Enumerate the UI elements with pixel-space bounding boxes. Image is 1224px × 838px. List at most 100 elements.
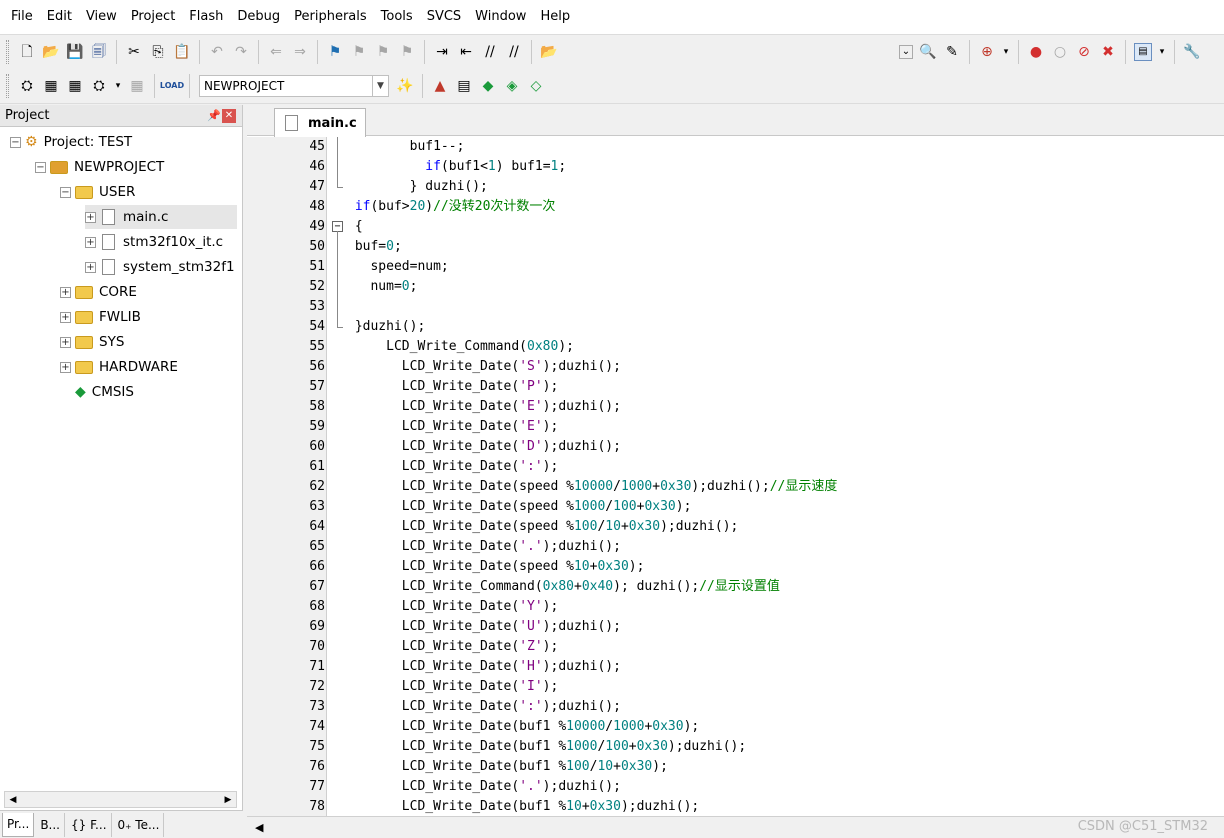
code-line[interactable]: 54 }duzhi();	[247, 317, 1224, 337]
expand-icon[interactable]: +	[60, 361, 71, 373]
tab-books[interactable]: B...	[36, 812, 65, 837]
menu-debug[interactable]: Debug	[230, 0, 287, 34]
enable-breakpoint-icon[interactable]: ○	[1051, 43, 1069, 61]
incremental-find-icon[interactable]: ✎	[943, 43, 961, 61]
menu-view[interactable]: View	[79, 0, 124, 34]
unindent-icon[interactable]: ⇤	[457, 43, 475, 61]
code-line[interactable]: 72 LCD_Write_Date('I');	[247, 677, 1224, 697]
code-line[interactable]: 45 buf1--;	[247, 137, 1224, 157]
code-line[interactable]: 78 LCD_Write_Date(buf1 %10+0x30);duzhi()…	[247, 797, 1224, 816]
build-icon[interactable]: ▦	[42, 77, 60, 95]
tree-item-system-stm32f1[interactable]: + system_stm32f1	[85, 255, 235, 279]
menu-project[interactable]: Project	[124, 0, 182, 34]
clear-bookmarks-icon[interactable]: ⚑	[398, 43, 416, 61]
scroll-left-icon[interactable]: ◀	[5, 795, 21, 805]
prev-bookmark-icon[interactable]: ⚑	[350, 43, 368, 61]
fold-collapse-icon[interactable]: −	[331, 217, 343, 237]
comment-icon[interactable]: //	[481, 43, 499, 61]
code-line[interactable]: 53	[247, 297, 1224, 317]
layout-dropdown-icon[interactable]: ▾	[1158, 43, 1166, 61]
save-icon[interactable]: 💾	[66, 43, 84, 61]
bookmark-icon[interactable]: ⚑	[326, 43, 344, 61]
code-line[interactable]: 62 LCD_Write_Date(speed %10000/1000+0x30…	[247, 477, 1224, 497]
scroll-right-icon[interactable]: ▶	[220, 795, 236, 805]
menu-window[interactable]: Window	[468, 0, 533, 34]
expand-icon[interactable]: +	[60, 286, 71, 298]
collapse-icon[interactable]: −	[60, 186, 71, 198]
code-line[interactable]: 63 LCD_Write_Date(speed %1000/100+0x30);	[247, 497, 1224, 517]
expand-icon[interactable]: +	[60, 336, 71, 348]
tab-main-c[interactable]: main.c	[274, 108, 366, 137]
tree-item-fwlib[interactable]: + FWLIB	[60, 305, 141, 329]
code-line[interactable]: 71 LCD_Write_Date('H');duzhi();	[247, 657, 1224, 677]
code-line[interactable]: 58 LCD_Write_Date('E');duzhi();	[247, 397, 1224, 417]
translate-icon[interactable]: ⛭	[18, 77, 36, 95]
code-line[interactable]: 69 LCD_Write_Date('U');duzhi();	[247, 617, 1224, 637]
toolbar-grip[interactable]	[6, 74, 9, 98]
code-line[interactable]: 60 LCD_Write_Date('D');duzhi();	[247, 437, 1224, 457]
code-line[interactable]: 73 LCD_Write_Date(':');duzhi();	[247, 697, 1224, 717]
select-software-packs-icon[interactable]: ◈	[503, 77, 521, 95]
tab-functions[interactable]: {} F...	[67, 812, 112, 837]
code-line[interactable]: 49− {	[247, 217, 1224, 237]
code-line[interactable]: 46 if(buf1<1) buf1=1;	[247, 157, 1224, 177]
menu-help[interactable]: Help	[533, 0, 577, 34]
expand-icon[interactable]: +	[60, 311, 71, 323]
manage-runtime-environment-icon[interactable]: ◆	[479, 77, 497, 95]
editor-horizontal-scrollbar[interactable]: ◀ CSDN @C51_STM32	[247, 816, 1224, 838]
cut-icon[interactable]: ✂	[125, 43, 143, 61]
target-options-icon[interactable]: ✨	[396, 77, 414, 95]
save-all-icon[interactable]: 🗐	[90, 43, 108, 61]
menu-file[interactable]: File	[4, 0, 40, 34]
undo-icon[interactable]: ↶	[208, 43, 226, 61]
pin-icon[interactable]: 📌	[206, 109, 222, 122]
start-debug-icon[interactable]: ⊕	[978, 43, 996, 61]
code-line[interactable]: 56 LCD_Write_Date('S');duzhi();	[247, 357, 1224, 377]
tree-item-main-c[interactable]: + main.c	[85, 205, 237, 229]
code-line[interactable]: 66 LCD_Write_Date(speed %10+0x30);	[247, 557, 1224, 577]
new-file-icon[interactable]: 🗋	[18, 43, 36, 61]
collapse-icon[interactable]: −	[10, 136, 21, 148]
find-icon[interactable]: 🔍	[919, 43, 937, 61]
tree-item-project-test[interactable]: − ⚙ Project: TEST	[10, 130, 132, 154]
tab-project[interactable]: Pr...	[2, 812, 35, 837]
code-line[interactable]: 59 LCD_Write_Date('E');	[247, 417, 1224, 437]
code-editor[interactable]: 45 buf1--; 46 if(buf1<1) buf1=1; 47 } duzh…	[247, 137, 1224, 816]
menu-flash[interactable]: Flash	[182, 0, 230, 34]
menu-peripherals[interactable]: Peripherals	[287, 0, 374, 34]
tree-item-hardware[interactable]: + HARDWARE	[60, 355, 178, 379]
paste-icon[interactable]: 📋	[173, 43, 191, 61]
tree-item-cmsis[interactable]: ◆ CMSIS	[60, 380, 134, 404]
menu-edit[interactable]: Edit	[40, 0, 79, 34]
tree-item-user[interactable]: − USER	[60, 180, 135, 204]
code-line[interactable]: 64 LCD_Write_Date(speed %100/10+0x30);du…	[247, 517, 1224, 537]
target-select[interactable]: NEWPROJECT ▼	[199, 75, 389, 97]
code-line[interactable]: 57 LCD_Write_Date('P');	[247, 377, 1224, 397]
code-line[interactable]: 76 LCD_Write_Date(buf1 %100/10+0x30);	[247, 757, 1224, 777]
collapse-icon[interactable]: −	[35, 161, 46, 173]
expand-icon[interactable]: +	[85, 211, 96, 223]
navigate-forward-icon[interactable]: ⇒	[291, 43, 309, 61]
configure-icon[interactable]: 🔧	[1183, 43, 1201, 61]
batch-dropdown-icon[interactable]: ▾	[114, 77, 122, 95]
window-layout-icon[interactable]: ▤	[1134, 43, 1152, 61]
kill-all-breakpoints-icon[interactable]: ✖	[1099, 43, 1117, 61]
scroll-left-icon[interactable]: ◀	[255, 821, 263, 834]
navigate-back-icon[interactable]: ⇐	[267, 43, 285, 61]
code-line[interactable]: 75 LCD_Write_Date(buf1 %1000/100+0x30);d…	[247, 737, 1224, 757]
code-line[interactable]: 68 LCD_Write_Date('Y');	[247, 597, 1224, 617]
stop-build-icon[interactable]: ▦	[128, 77, 146, 95]
tab-templates[interactable]: 0₊ Te...	[114, 812, 165, 837]
find-in-files-icon[interactable]: 📂	[540, 43, 558, 61]
disable-all-breakpoints-icon[interactable]: ⊘	[1075, 43, 1093, 61]
menu-svcs[interactable]: SVCS	[420, 0, 468, 34]
tree-item-core[interactable]: + CORE	[60, 280, 137, 304]
debug-dropdown-icon[interactable]: ▾	[1002, 43, 1010, 61]
uncomment-icon[interactable]: //	[505, 43, 523, 61]
redo-icon[interactable]: ↷	[232, 43, 250, 61]
code-line[interactable]: 51 speed=num;	[247, 257, 1224, 277]
manage-project-items-icon[interactable]: ▲	[431, 77, 449, 95]
rebuild-icon[interactable]: ▦	[66, 77, 84, 95]
code-line[interactable]: 55 LCD_Write_Command(0x80);	[247, 337, 1224, 357]
pack-installer-icon[interactable]: ▤	[455, 77, 473, 95]
